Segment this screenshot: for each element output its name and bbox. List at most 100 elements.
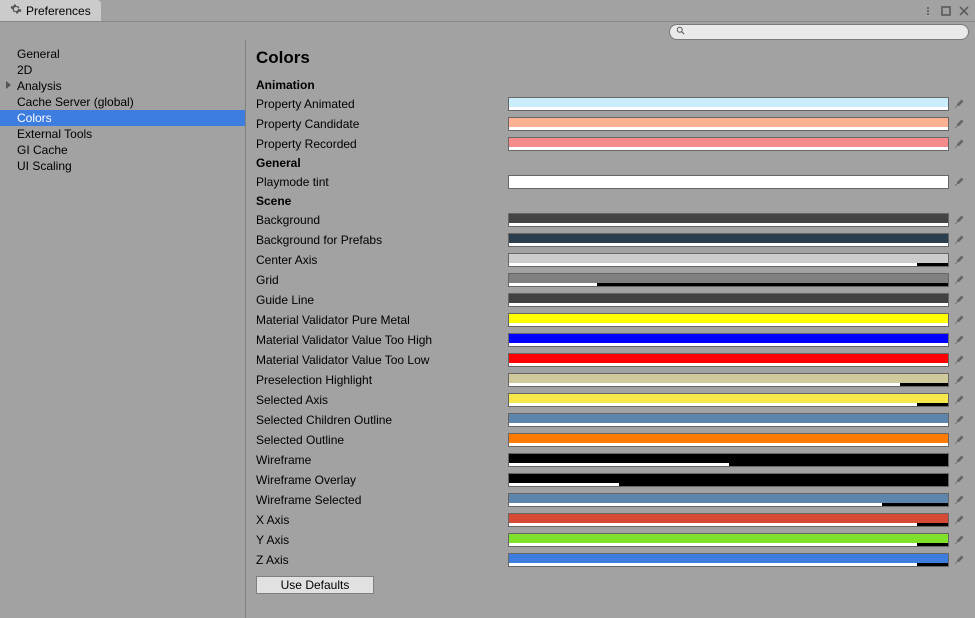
sidebar-item-cache-server-global-[interactable]: Cache Server (global) (0, 94, 245, 110)
sidebar-item-ui-scaling[interactable]: UI Scaling (0, 158, 245, 174)
use-defaults-button[interactable]: Use Defaults (256, 576, 374, 594)
eyedropper-icon[interactable] (951, 412, 967, 428)
sidebar-item-label: 2D (17, 63, 32, 77)
color-swatch[interactable] (508, 273, 949, 287)
eyedropper-icon[interactable] (951, 292, 967, 308)
color-swatch[interactable] (508, 233, 949, 247)
sidebar-item-label: Analysis (17, 79, 62, 93)
eyedropper-icon[interactable] (951, 212, 967, 228)
swatch-wrap (508, 472, 967, 488)
eyedropper-icon[interactable] (951, 116, 967, 132)
color-swatch[interactable] (508, 513, 949, 527)
color-swatch[interactable] (508, 393, 949, 407)
color-swatch[interactable] (508, 413, 949, 427)
swatch-wrap (508, 292, 967, 308)
swatch-wrap (508, 492, 967, 508)
swatch-wrap (508, 532, 967, 548)
color-label: Property Candidate (256, 117, 508, 131)
color-swatch[interactable] (508, 533, 949, 547)
color-label: Background (256, 213, 508, 227)
color-label: Z Axis (256, 553, 508, 567)
search-box[interactable] (669, 24, 969, 40)
swatch-wrap (508, 372, 967, 388)
color-label: Property Recorded (256, 137, 508, 151)
sidebar-item-label: Colors (17, 111, 52, 125)
color-swatch[interactable] (508, 553, 949, 567)
main-panel: Colors AnimationProperty AnimatedPropert… (246, 40, 975, 618)
color-swatch[interactable] (508, 493, 949, 507)
eyedropper-icon[interactable] (951, 96, 967, 112)
eyedropper-icon[interactable] (951, 532, 967, 548)
sidebar-item-label: External Tools (17, 127, 92, 141)
sidebar-item-general[interactable]: General (0, 46, 245, 62)
eyedropper-icon[interactable] (951, 372, 967, 388)
search-input[interactable] (686, 26, 962, 38)
color-label: Wireframe (256, 453, 508, 467)
color-row: Preselection Highlight (256, 370, 967, 390)
color-swatch[interactable] (508, 333, 949, 347)
eyedropper-icon[interactable] (951, 352, 967, 368)
section-heading: General (256, 156, 967, 170)
eyedropper-icon[interactable] (951, 312, 967, 328)
window-tab[interactable]: Preferences (0, 0, 101, 22)
color-swatch[interactable] (508, 353, 949, 367)
eyedropper-icon[interactable] (951, 232, 967, 248)
eyedropper-icon[interactable] (951, 452, 967, 468)
color-swatch[interactable] (508, 293, 949, 307)
eyedropper-icon[interactable] (951, 252, 967, 268)
color-swatch[interactable] (508, 373, 949, 387)
color-row: Material Validator Value Too Low (256, 350, 967, 370)
maximize-icon[interactable] (939, 4, 953, 18)
color-label: Background for Prefabs (256, 233, 508, 247)
color-label: Preselection Highlight (256, 373, 508, 387)
sidebar-item-colors[interactable]: Colors (0, 110, 245, 126)
eyedropper-icon[interactable] (951, 174, 967, 190)
swatch-wrap (508, 252, 967, 268)
eyedropper-icon[interactable] (951, 552, 967, 568)
eyedropper-icon[interactable] (951, 432, 967, 448)
chevron-right-icon (6, 81, 11, 89)
color-swatch[interactable] (508, 137, 949, 151)
swatch-wrap (508, 412, 967, 428)
sidebar-item-gi-cache[interactable]: GI Cache (0, 142, 245, 158)
sidebar-item-label: UI Scaling (17, 159, 72, 173)
close-icon[interactable] (957, 4, 971, 18)
swatch-wrap (508, 116, 967, 132)
section-heading: Scene (256, 194, 967, 208)
color-swatch[interactable] (508, 453, 949, 467)
color-swatch[interactable] (508, 213, 949, 227)
color-swatch[interactable] (508, 473, 949, 487)
color-row: Property Recorded (256, 134, 967, 154)
color-row: Wireframe (256, 450, 967, 470)
color-swatch[interactable] (508, 433, 949, 447)
swatch-wrap (508, 332, 967, 348)
color-row: Background for Prefabs (256, 230, 967, 250)
color-swatch[interactable] (508, 117, 949, 131)
sidebar-item-2d[interactable]: 2D (0, 62, 245, 78)
color-row: Center Axis (256, 250, 967, 270)
eyedropper-icon[interactable] (951, 392, 967, 408)
eyedropper-icon[interactable] (951, 272, 967, 288)
color-row: Property Candidate (256, 114, 967, 134)
color-swatch[interactable] (508, 175, 949, 189)
color-label: Selected Outline (256, 433, 508, 447)
sidebar: General2D AnalysisCache Server (global)Co… (0, 40, 246, 618)
eyedropper-icon[interactable] (951, 512, 967, 528)
eyedropper-icon[interactable] (951, 492, 967, 508)
color-row: Grid (256, 270, 967, 290)
eyedropper-icon[interactable] (951, 332, 967, 348)
eyedropper-icon[interactable] (951, 136, 967, 152)
context-menu-icon[interactable] (921, 4, 935, 18)
color-row: Selected Outline (256, 430, 967, 450)
color-swatch[interactable] (508, 313, 949, 327)
swatch-wrap (508, 432, 967, 448)
color-swatch[interactable] (508, 97, 949, 111)
eyedropper-icon[interactable] (951, 472, 967, 488)
color-label: Guide Line (256, 293, 508, 307)
color-swatch[interactable] (508, 253, 949, 267)
color-row: Selected Axis (256, 390, 967, 410)
sidebar-item-analysis[interactable]: Analysis (0, 78, 245, 94)
sidebar-item-external-tools[interactable]: External Tools (0, 126, 245, 142)
gear-icon (10, 3, 22, 18)
color-row: Material Validator Value Too High (256, 330, 967, 350)
